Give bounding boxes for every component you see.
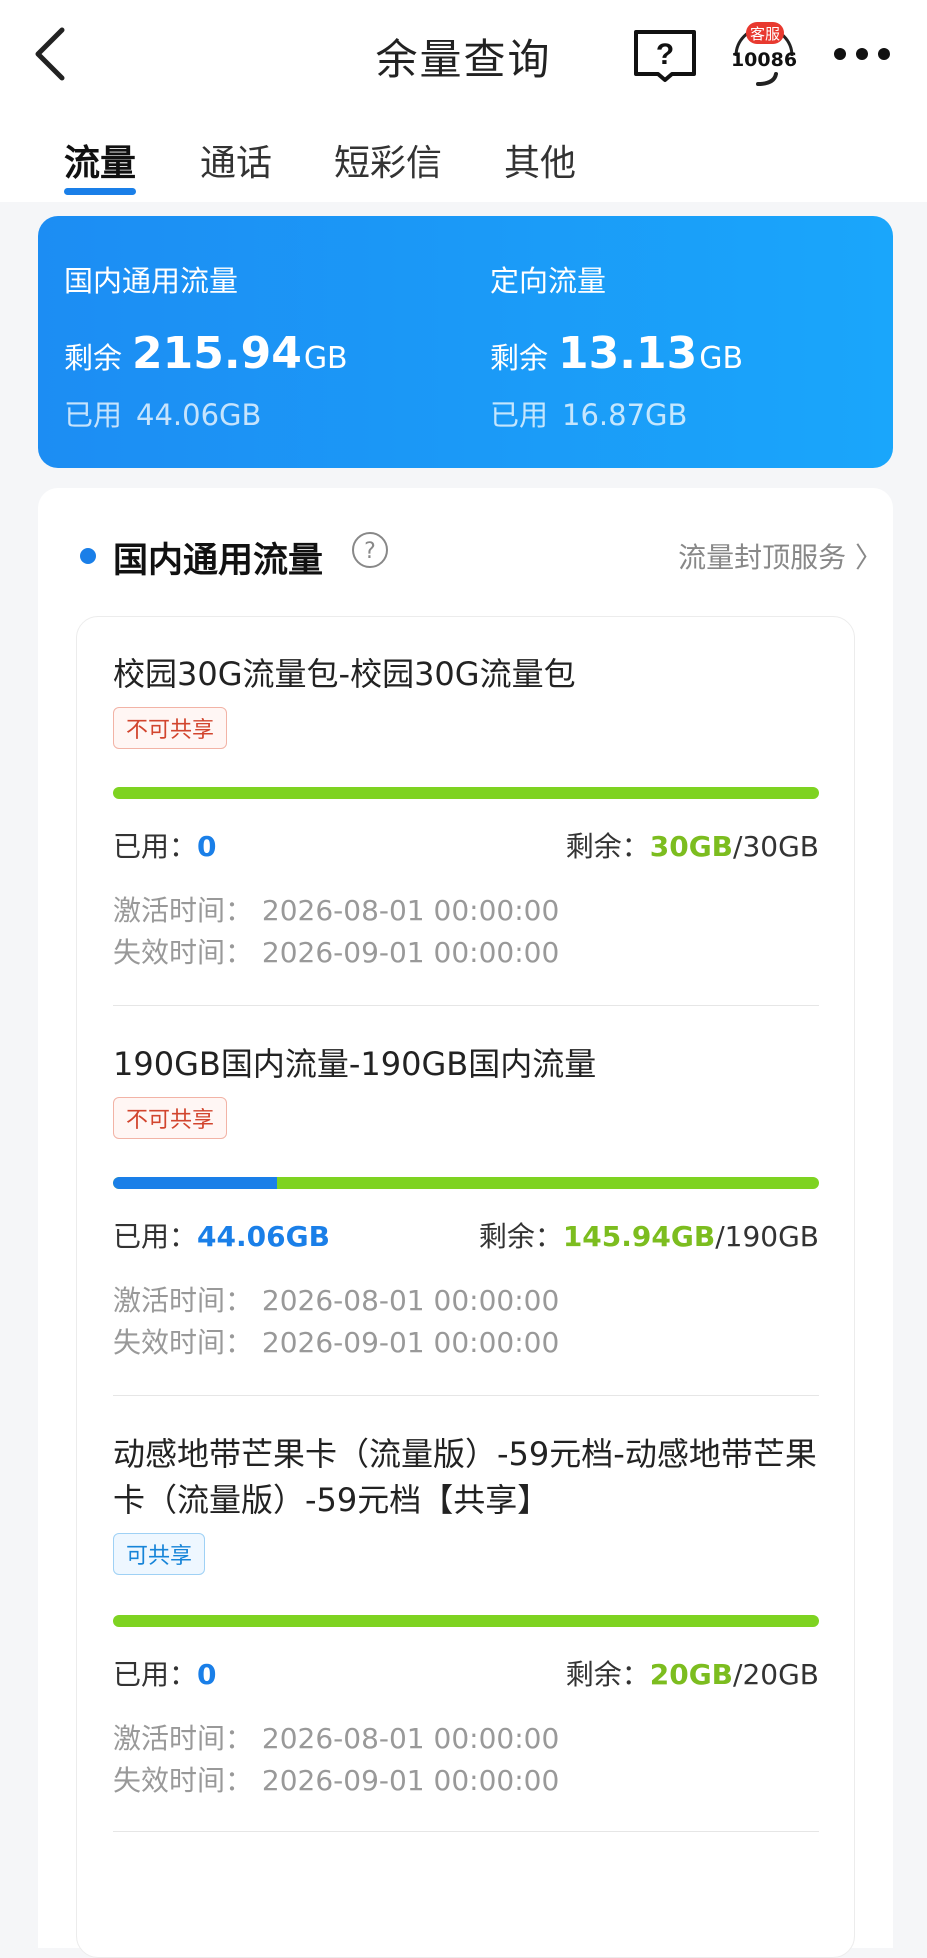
usage-row: 已用：44.06GB 剩余：145.94GB/190GB — [113, 1215, 819, 1255]
divider — [113, 1395, 819, 1396]
remaining-block: 剩余：30GB/30GB — [566, 825, 819, 865]
used-label: 已用 — [490, 398, 549, 432]
remaining-block: 剩余：145.94GB/190GB — [479, 1215, 819, 1255]
package-name: 校园30G流量包-校园30G流量包 — [113, 655, 576, 693]
expiration-time: 失效时间： 2026-09-01 00:00:00 — [113, 936, 560, 969]
used-value: 0 — [197, 830, 217, 863]
expiration-time: 失效时间： 2026-09-01 00:00:00 — [113, 1326, 560, 1359]
data-cap-service-link[interactable]: 流量封顶服务 〉 — [678, 536, 883, 576]
used-label: 已用 — [64, 398, 123, 432]
usage-row: 已用：0 剩余：20GB/20GB — [113, 1653, 819, 1693]
summary-remaining: 剩余 215.94GB — [64, 328, 348, 379]
package-item: 校园30G流量包-校园30G流量包 不可共享 已用：0 剩余：30GB/30GB… — [113, 651, 819, 969]
tab-calls[interactable]: 通话 — [200, 134, 272, 186]
divider — [113, 1831, 819, 1832]
tab-other[interactable]: 其他 — [504, 134, 576, 186]
remaining-unit: GB — [303, 341, 348, 376]
more-icon[interactable] — [832, 44, 892, 64]
tab-bar: 流量 通话 短彩信 其他 — [0, 110, 927, 202]
tab-data[interactable]: 流量 — [64, 134, 136, 186]
tab-sms[interactable]: 短彩信 — [334, 134, 442, 186]
total-value: /20GB — [733, 1658, 819, 1691]
usage-progress-bar — [113, 1615, 819, 1627]
section-dot — [80, 548, 96, 564]
summary-card: 国内通用流量 剩余 215.94GB 已用 44.06GB 定向流量 剩余 13.13… — [38, 216, 893, 468]
activation-time: 激活时间： 2026-08-01 00:00:00 — [113, 1284, 560, 1317]
top-bar: 余量查询 ? 客服 10086 — [0, 0, 927, 110]
summary-remaining: 剩余 13.13GB — [490, 328, 743, 379]
divider — [113, 1005, 819, 1006]
summary-used: 已用 16.87GB — [490, 392, 687, 434]
summary-used: 已用 44.06GB — [64, 392, 261, 434]
usage-fill — [113, 1177, 277, 1189]
usage-row: 已用：0 剩余：30GB/30GB — [113, 825, 819, 865]
share-badge: 不可共享 — [113, 1097, 228, 1139]
remaining-value: 30GB — [649, 830, 734, 863]
expiration-time: 失效时间： 2026-09-01 00:00:00 — [113, 1764, 560, 1797]
section-help-icon[interactable]: ? — [352, 532, 388, 568]
package-list-card: 校园30G流量包-校园30G流量包 不可共享 已用：0 剩余：30GB/30GB… — [76, 616, 855, 1958]
share-badge: 不可共享 — [113, 707, 228, 749]
activation-time: 激活时间： 2026-08-01 00:00:00 — [113, 1722, 560, 1755]
service-number: 10086 — [730, 49, 798, 71]
package-item: 190GB国内流量-190GB国内流量 不可共享 已用：44.06GB 剩余：1… — [113, 1041, 819, 1359]
service-badge: 客服 — [749, 25, 780, 43]
package-name: 动感地带芒果卡（流量版）-59元档-动感地带芒果卡（流量版）-59元档【共享】 — [113, 1435, 817, 1519]
remaining-value: 215.94 — [132, 328, 302, 379]
remaining-label: 剩余： — [565, 830, 650, 863]
usage-progress-bar — [113, 787, 819, 799]
package-name: 190GB国内流量-190GB国内流量 — [113, 1045, 597, 1083]
summary-title: 国内通用流量 — [64, 264, 239, 298]
remaining-label: 剩余 — [64, 341, 123, 375]
used-value: 0 — [197, 1658, 217, 1691]
detail-panel: 国内通用流量 ? 流量封顶服务 〉 校园30G流量包-校园30G流量包 不可共享… — [38, 488, 893, 1958]
svg-text:?: ? — [656, 38, 674, 71]
usage-progress-bar — [113, 1177, 819, 1189]
used-value: 44.06GB — [136, 398, 262, 432]
section-title: 国内通用流量 — [113, 541, 324, 581]
activation-time: 激活时间： 2026-08-01 00:00:00 — [113, 894, 560, 927]
total-value: /190GB — [715, 1220, 819, 1253]
package-item: 动感地带芒果卡（流量版）-59元档-动感地带芒果卡（流量版）-59元档【共享】 … — [113, 1431, 819, 1797]
used-value: 16.87GB — [562, 398, 688, 432]
share-badge: 可共享 — [113, 1533, 206, 1575]
used-label: 已用： — [113, 830, 198, 863]
remaining-value: 13.13 — [558, 328, 698, 379]
remaining-value: 145.94GB — [562, 1220, 716, 1253]
remaining-label: 剩余： — [565, 1658, 650, 1691]
help-book-icon[interactable]: ? — [632, 26, 698, 84]
used-label: 已用： — [113, 1658, 198, 1691]
remaining-label: 剩余 — [490, 341, 549, 375]
used-label: 已用： — [113, 1220, 198, 1253]
customer-service-button[interactable]: 客服 10086 — [724, 20, 804, 90]
summary-title: 定向流量 — [490, 264, 607, 298]
remaining-label: 剩余： — [478, 1220, 563, 1253]
remaining-block: 剩余：20GB/20GB — [566, 1653, 819, 1693]
remaining-value: 20GB — [649, 1658, 734, 1691]
remaining-unit: GB — [699, 341, 744, 376]
active-tab-indicator — [64, 188, 136, 195]
used-value: 44.06GB — [197, 1220, 330, 1253]
total-value: /30GB — [733, 830, 819, 863]
